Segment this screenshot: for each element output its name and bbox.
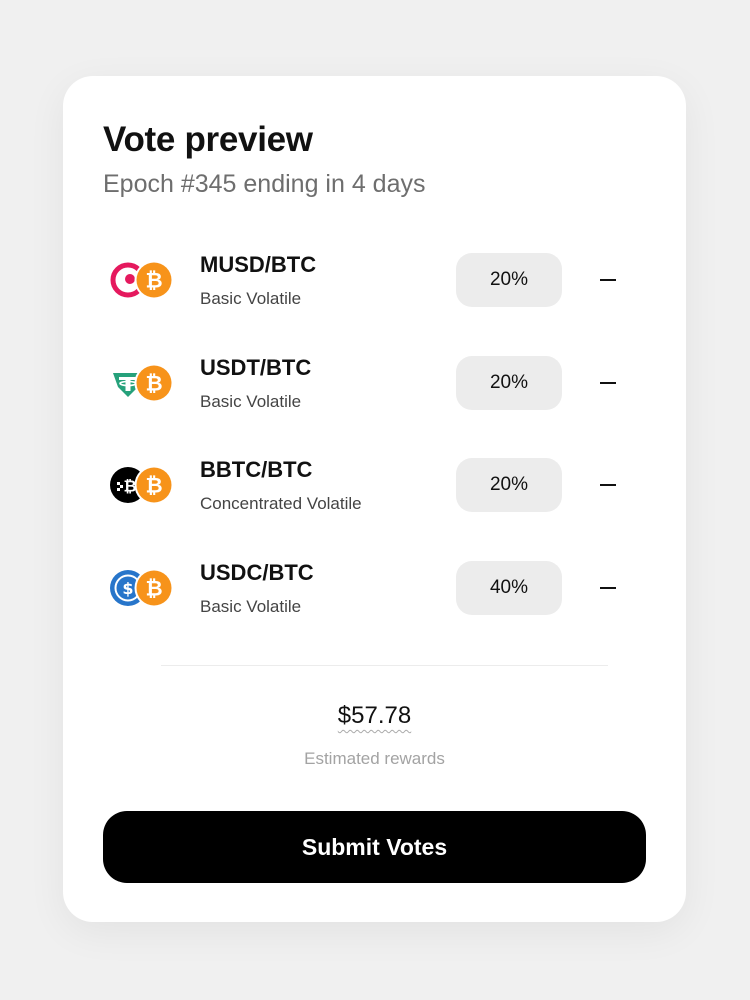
pair-name: USDT/BTC (200, 355, 312, 380)
vote-percent-input[interactable] (456, 253, 562, 307)
pool-type: Basic Volatile (200, 392, 302, 411)
svg-text:₿: ₿ (145, 372, 162, 396)
remove-pair-button[interactable] (591, 263, 625, 297)
minus-icon (600, 587, 616, 589)
vote-percent-input[interactable] (456, 356, 562, 410)
pair-row-usdc-btc: $ ₿ USDC/BTC Basic Volatile (103, 546, 646, 626)
epoch-subtitle: Epoch #345 ending in 4 days (103, 170, 426, 198)
pair-icons: ₿ (108, 363, 174, 403)
remove-pair-button[interactable] (591, 468, 625, 502)
bitcoin-icon: ₿ (134, 568, 174, 608)
vote-percent-input[interactable] (456, 561, 562, 615)
remove-pair-button[interactable] (591, 366, 625, 400)
rewards-amount-value: $57.78 (337, 702, 412, 729)
minus-icon (600, 484, 616, 486)
svg-text:₿: ₿ (145, 474, 162, 498)
pair-name: MUSD/BTC (200, 252, 317, 277)
minus-icon (600, 382, 616, 384)
page-title: Vote preview (103, 120, 313, 159)
pair-name: USDC/BTC (200, 560, 314, 585)
divider (161, 665, 608, 666)
vote-preview-card: Vote preview Epoch #345 ending in 4 days… (63, 76, 686, 922)
svg-text:₿: ₿ (145, 269, 162, 293)
bitcoin-icon: ₿ (134, 363, 174, 403)
svg-text:$: $ (122, 579, 133, 598)
pool-type: Concentrated Volatile (200, 494, 362, 513)
svg-text:₿: ₿ (145, 577, 162, 601)
pair-icons: $ ₿ (108, 568, 174, 608)
vote-percent-input[interactable] (456, 458, 562, 512)
minus-icon (600, 279, 616, 281)
pair-name: BBTC/BTC (200, 457, 313, 482)
estimated-rewards-label: Estimated rewards (304, 749, 445, 768)
estimated-rewards-amount: $57.78 (63, 702, 686, 730)
pool-type: Basic Volatile (200, 597, 302, 616)
bitcoin-icon: ₿ (134, 260, 174, 300)
pair-icons: ₿ (108, 260, 174, 300)
remove-pair-button[interactable] (591, 571, 625, 605)
pair-row-bbtc-btc: ₿ ₿ BBTC/BTC Concentrated Volatile (103, 443, 646, 523)
pair-row-usdt-btc: ₿ USDT/BTC Basic Volatile (103, 341, 646, 421)
submit-votes-button[interactable]: Submit Votes (103, 811, 646, 883)
pair-icons: ₿ ₿ (108, 465, 174, 505)
pool-type: Basic Volatile (200, 289, 302, 308)
pair-row-musd-btc: ₿ MUSD/BTC Basic Volatile (103, 238, 646, 318)
bitcoin-icon: ₿ (134, 465, 174, 505)
